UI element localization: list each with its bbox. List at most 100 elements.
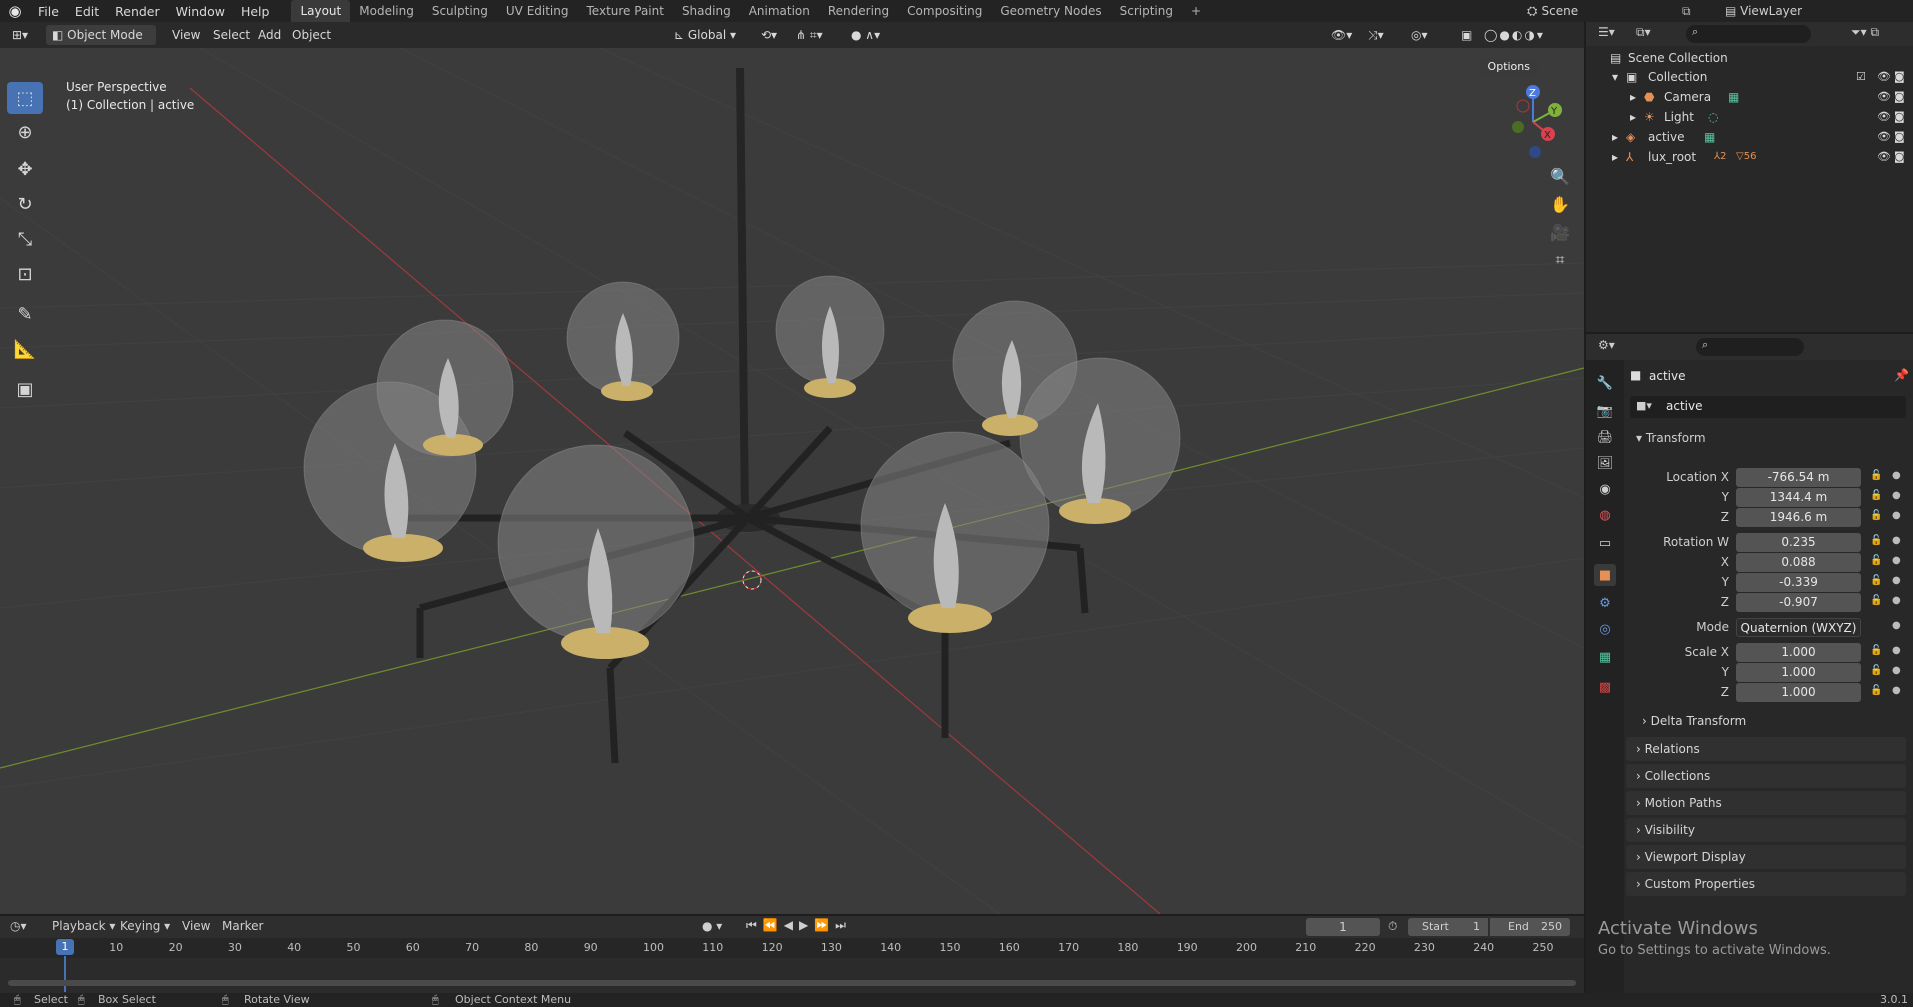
filter-icon[interactable]: ⏷▾ ⧉: [1851, 25, 1879, 40]
expand-arrow-icon[interactable]: ▾: [1612, 67, 1618, 87]
rotation-x-field[interactable]: 0.088: [1736, 553, 1861, 572]
lock-icon[interactable]: 🔓: [1870, 535, 1882, 546]
tab-sculpting[interactable]: Sculpting: [423, 0, 497, 22]
pivot-icon[interactable]: ⟲▾: [755, 25, 783, 45]
end-frame-field[interactable]: End 250: [1490, 918, 1570, 936]
camera-data-icon[interactable]: ▦: [1728, 87, 1739, 107]
lock-icon[interactable]: 🔓: [1870, 665, 1882, 676]
playback-controls-icon[interactable]: ⏮⏪◀▶⏩⏭: [746, 918, 852, 933]
start-frame-field[interactable]: Start 1: [1408, 918, 1488, 936]
tab-compositing[interactable]: Compositing: [898, 0, 991, 22]
light-data-icon[interactable]: ◌: [1708, 107, 1718, 127]
eye-icon[interactable]: 👁: [1877, 67, 1891, 87]
menu-window[interactable]: Window: [168, 4, 233, 19]
camera-render-icon[interactable]: ◙: [1894, 127, 1905, 147]
panel-viewport-display[interactable]: › Viewport Display: [1626, 845, 1906, 869]
visibility-icon[interactable]: 👁▾: [1325, 25, 1358, 45]
tab-geometry-nodes[interactable]: Geometry Nodes: [991, 0, 1110, 22]
timeline-view-menu[interactable]: View: [182, 919, 210, 933]
tab-animation[interactable]: Animation: [740, 0, 819, 22]
display-mode-icon[interactable]: ⧉▾: [1636, 25, 1651, 40]
keying-menu[interactable]: Keying ▾: [120, 919, 170, 933]
render-tab-icon[interactable]: 📷: [1594, 400, 1616, 422]
lock-icon[interactable]: 🔓: [1870, 645, 1882, 656]
tab-layout[interactable]: Layout: [291, 0, 351, 22]
menu-edit[interactable]: Edit: [67, 4, 107, 19]
eye-icon[interactable]: 👁: [1877, 147, 1891, 167]
expand-arrow-icon[interactable]: ▸: [1612, 127, 1618, 147]
scene-selector[interactable]: ⛭ Scene ⧉ ✕: [1527, 0, 1692, 40]
menu-render[interactable]: Render: [107, 4, 168, 19]
gizmo-toggle-icon[interactable]: ⤨▾: [1362, 25, 1390, 45]
panel-collections[interactable]: › Collections: [1626, 764, 1906, 788]
tool-tab-icon[interactable]: 🔧: [1594, 372, 1616, 394]
outliner-item-light[interactable]: ▸ ☀ Light ◌ 👁 ◙: [1586, 107, 1913, 127]
menu-help[interactable]: Help: [233, 4, 278, 19]
keyframe-dot-icon[interactable]: ●: [1892, 575, 1901, 586]
location-z-field[interactable]: 1946.6 m: [1736, 508, 1861, 527]
object-name-field[interactable]: ■▾ active: [1630, 396, 1906, 418]
location-y-field[interactable]: 1344.4 m: [1736, 488, 1861, 507]
keyframe-dot-icon[interactable]: ●: [1892, 535, 1901, 546]
keyframe-dot-icon[interactable]: ●: [1892, 555, 1901, 566]
snap-icon[interactable]: ⋔ ⌗▾: [790, 25, 829, 45]
outliner-scene-collection[interactable]: ▤ Scene Collection: [1586, 48, 1913, 68]
mode-dropdown[interactable]: ◧ Object Mode ▾: [46, 25, 156, 62]
select-box-tool-icon[interactable]: ⬚: [7, 82, 43, 114]
playhead[interactable]: 1: [56, 939, 74, 955]
location-x-field[interactable]: -766.54 m: [1736, 468, 1861, 487]
tab-texture-paint[interactable]: Texture Paint: [578, 0, 673, 22]
keyframe-dot-icon[interactable]: ●: [1892, 665, 1901, 676]
rotation-w-field[interactable]: 0.235: [1736, 533, 1861, 552]
current-frame-field[interactable]: 1: [1306, 918, 1380, 936]
delta-transform-subpanel[interactable]: › Delta Transform: [1642, 710, 1746, 732]
timeline-scrollbar[interactable]: [8, 980, 1576, 986]
camera-render-icon[interactable]: ◙: [1894, 147, 1905, 167]
lock-icon[interactable]: 🔓: [1870, 555, 1882, 566]
add-cube-tool-icon[interactable]: ▣: [7, 373, 43, 405]
rotate-tool-icon[interactable]: ↻: [7, 188, 43, 220]
add-workspace-button[interactable]: +: [1182, 0, 1210, 22]
scale-tool-icon[interactable]: ⤡: [7, 223, 43, 255]
panel-custom-properties[interactable]: › Custom Properties: [1626, 872, 1906, 896]
pan-hand-icon[interactable]: ✋: [1546, 190, 1574, 218]
menu-view[interactable]: View: [166, 25, 206, 45]
editor-type-icon[interactable]: ⊞▾: [6, 25, 34, 45]
tab-scripting[interactable]: Scripting: [1111, 0, 1182, 22]
timeline-editor-icon[interactable]: ◷▾: [10, 919, 27, 933]
camera-render-icon[interactable]: ◙: [1894, 107, 1905, 127]
options-button[interactable]: Options: [1479, 58, 1538, 76]
children-badge[interactable]: ⅄2: [1714, 147, 1726, 167]
measure-tool-icon[interactable]: 📐: [7, 333, 43, 365]
cursor-tool-icon[interactable]: ⊕: [7, 116, 43, 148]
tab-rendering[interactable]: Rendering: [819, 0, 898, 22]
properties-editor-icon[interactable]: ⚙▾: [1598, 338, 1615, 352]
checkbox-icon[interactable]: ☑: [1856, 67, 1866, 87]
output-tab-icon[interactable]: 🖨: [1594, 426, 1616, 448]
xray-icon[interactable]: ▣: [1455, 25, 1478, 45]
lock-icon[interactable]: 🔓: [1870, 490, 1882, 501]
rotation-y-field[interactable]: -0.339: [1736, 573, 1861, 592]
properties-search-input[interactable]: ⌕: [1696, 338, 1804, 356]
outliner-item-lux-root[interactable]: ▸ ⅄ lux_root ⅄2 ▽56 👁 ◙: [1586, 147, 1913, 167]
frame-ruler[interactable]: 1102030405060708090100110120130140150160…: [0, 938, 1584, 958]
lock-icon[interactable]: 🔓: [1870, 685, 1882, 696]
camera-render-icon[interactable]: ◙: [1894, 67, 1905, 87]
zoom-icon[interactable]: 🔍: [1546, 162, 1574, 190]
outliner-item-collection[interactable]: ▾ ▣ Collection ☑ 👁 ◙: [1586, 67, 1913, 87]
pin-icon[interactable]: 📌: [1894, 368, 1909, 382]
marker-menu[interactable]: Marker: [222, 919, 263, 933]
tab-uv-editing[interactable]: UV Editing: [497, 0, 578, 22]
lock-icon[interactable]: 🔓: [1870, 470, 1882, 481]
keyframe-dot-icon[interactable]: ●: [1892, 645, 1901, 656]
overlays-icon[interactable]: ◎▾: [1405, 25, 1434, 45]
menu-object[interactable]: Object: [286, 25, 337, 45]
outliner-item-camera[interactable]: ▸ ⬣ Camera ▦ 👁 ◙: [1586, 87, 1913, 107]
ortho-toggle-icon[interactable]: ⌗: [1546, 246, 1574, 274]
panel-visibility[interactable]: › Visibility: [1626, 818, 1906, 842]
menu-select[interactable]: Select: [207, 25, 256, 45]
keyframe-dot-icon[interactable]: ●: [1892, 685, 1901, 696]
keyframe-dot-icon[interactable]: ●: [1892, 620, 1901, 631]
keyframe-dot-icon[interactable]: ●: [1892, 595, 1901, 606]
keyframe-dot-icon[interactable]: ●: [1892, 470, 1901, 481]
